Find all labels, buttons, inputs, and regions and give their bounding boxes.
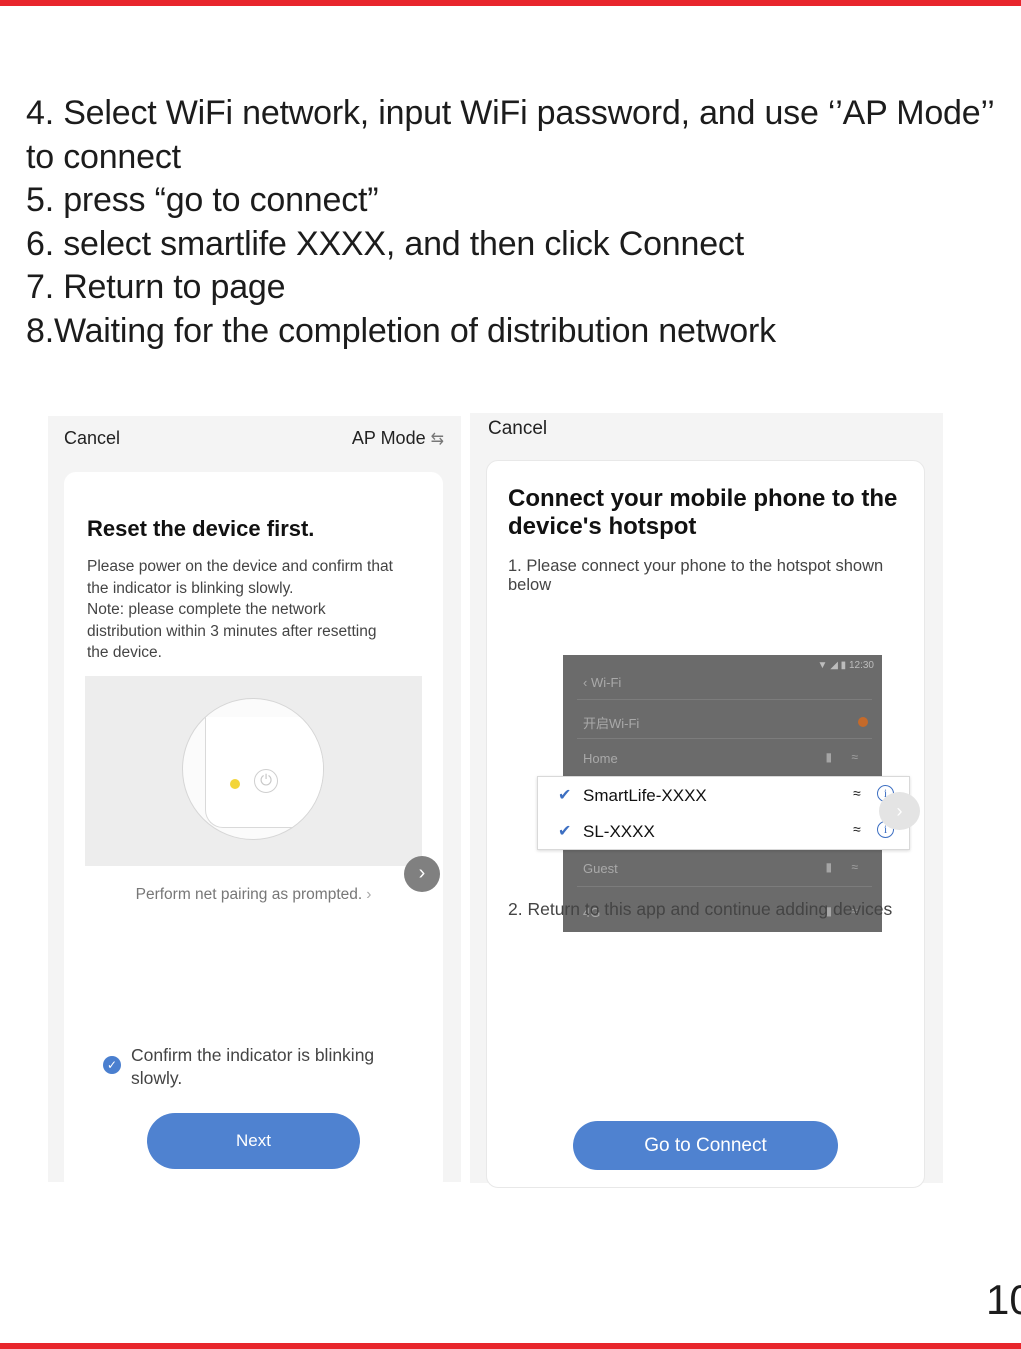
step-one-text: 1. Please connect your phone to the hots…	[508, 557, 884, 594]
instruction-step: 4. Select WiFi network, input WiFi passw…	[26, 94, 994, 176]
top-red-line	[0, 0, 1021, 6]
device-illustration: ⏻	[85, 676, 422, 866]
hotspot-name: SL-XXXX	[583, 822, 655, 841]
hotspot-row[interactable]: ✔ SL-XXXX ≈ i	[538, 813, 909, 849]
network-name: Home	[583, 751, 618, 766]
instruction-step: 7. Return to page	[26, 268, 286, 306]
reset-description: Please power on the device and confirm t…	[87, 556, 417, 664]
description-line: Please power on the device and confirm t…	[87, 558, 393, 575]
pairing-prompt-text: Perform net pairing as prompted.	[135, 886, 363, 903]
wifi-toggle-icon	[858, 717, 868, 727]
cancel-button[interactable]: Cancel	[64, 428, 120, 449]
connect-hotspot-screen: Cancel Connect your mobile phone to the …	[470, 413, 943, 1188]
wifi-icon: ≈	[853, 821, 861, 837]
divider	[577, 738, 872, 739]
hotspot-list: ✔ SmartLife-XXXX ≈ i ✔ SL-XXXX ≈ i	[537, 776, 910, 850]
chevron-right-icon: ›	[366, 886, 372, 903]
network-row: Home ▮ ≈	[563, 741, 882, 777]
wifi-header-row: ‹ Wi-Fi	[563, 665, 882, 701]
card-title: Connect your mobile phone to the device'…	[508, 485, 898, 540]
pairing-prompt-link[interactable]: Perform net pairing as prompted. ›	[64, 886, 443, 904]
wifi-header-label: Wi-Fi	[590, 675, 622, 690]
hotspot-name: SmartLife-XXXX	[583, 786, 707, 805]
hotspot-card: Connect your mobile phone to the device'…	[486, 460, 925, 1188]
wifi-icon: ≈	[853, 785, 861, 801]
page-number: 10	[986, 1276, 1021, 1323]
description-line: Note: please complete the network	[87, 601, 326, 619]
instruction-list: 4. Select WiFi network, input WiFi passw…	[26, 92, 1016, 353]
go-to-connect-button[interactable]: Go to Connect	[573, 1121, 838, 1170]
indicator-light-icon	[230, 779, 240, 789]
hotspot-row[interactable]: ✔ SmartLife-XXXX ≈ i	[538, 777, 909, 813]
checkmark-icon: ✔	[558, 823, 572, 840]
step-two-text: 2. Return to this app and continue addin…	[508, 899, 893, 919]
swap-arrows-icon: ⇆	[430, 430, 444, 448]
card-title: Reset the device first.	[87, 516, 315, 541]
network-row: Guest ▮ ≈	[563, 851, 882, 887]
description-line: the device.	[87, 644, 162, 662]
wifi-toggle-row: 开启Wi-Fi	[563, 703, 882, 739]
reset-card: Reset the device first. Please power on …	[64, 472, 443, 1182]
next-slide-arrow-icon[interactable]: ›	[879, 792, 920, 830]
checkmark-circle-icon[interactable]: ✓	[103, 1056, 121, 1074]
ap-mode-label: AP Mode	[351, 428, 426, 448]
power-icon: ⏻	[254, 769, 278, 793]
divider	[577, 886, 872, 887]
network-name: Guest	[583, 861, 618, 876]
wifi-header: ‹ Wi-Fi	[583, 675, 622, 690]
instruction-step: 8.Waiting for the completion of distribu…	[26, 311, 776, 350]
checkmark-icon: ✔	[558, 787, 572, 804]
reset-device-screen: Cancel AP Mode ⇆ Reset the device first.…	[48, 416, 461, 1182]
description-line: distribution within 3 minutes after rese…	[87, 622, 377, 640]
cancel-button[interactable]: Cancel	[488, 418, 547, 440]
bottom-red-line	[0, 1343, 1021, 1349]
device-zoom-circle: ⏻	[182, 698, 324, 840]
instruction-step: 5. press “go to connect”	[26, 181, 379, 219]
next-button[interactable]: Next	[147, 1113, 360, 1169]
lock-wifi-icon: ▮ ≈	[825, 750, 866, 764]
ap-mode-switch[interactable]: AP Mode ⇆	[352, 428, 444, 449]
divider	[577, 699, 872, 700]
lock-wifi-icon: ▮ ≈	[825, 860, 866, 874]
confirm-blinking-label[interactable]: Confirm the indicator is blinking slowly…	[131, 1044, 421, 1090]
instruction-step: 6. select smartlife XXXX, and then click…	[26, 224, 744, 263]
description-line: the indicator is blinking slowly.	[87, 579, 294, 597]
wifi-toggle-label: 开启Wi-Fi	[583, 716, 640, 731]
device-shape: ⏻	[205, 717, 323, 828]
